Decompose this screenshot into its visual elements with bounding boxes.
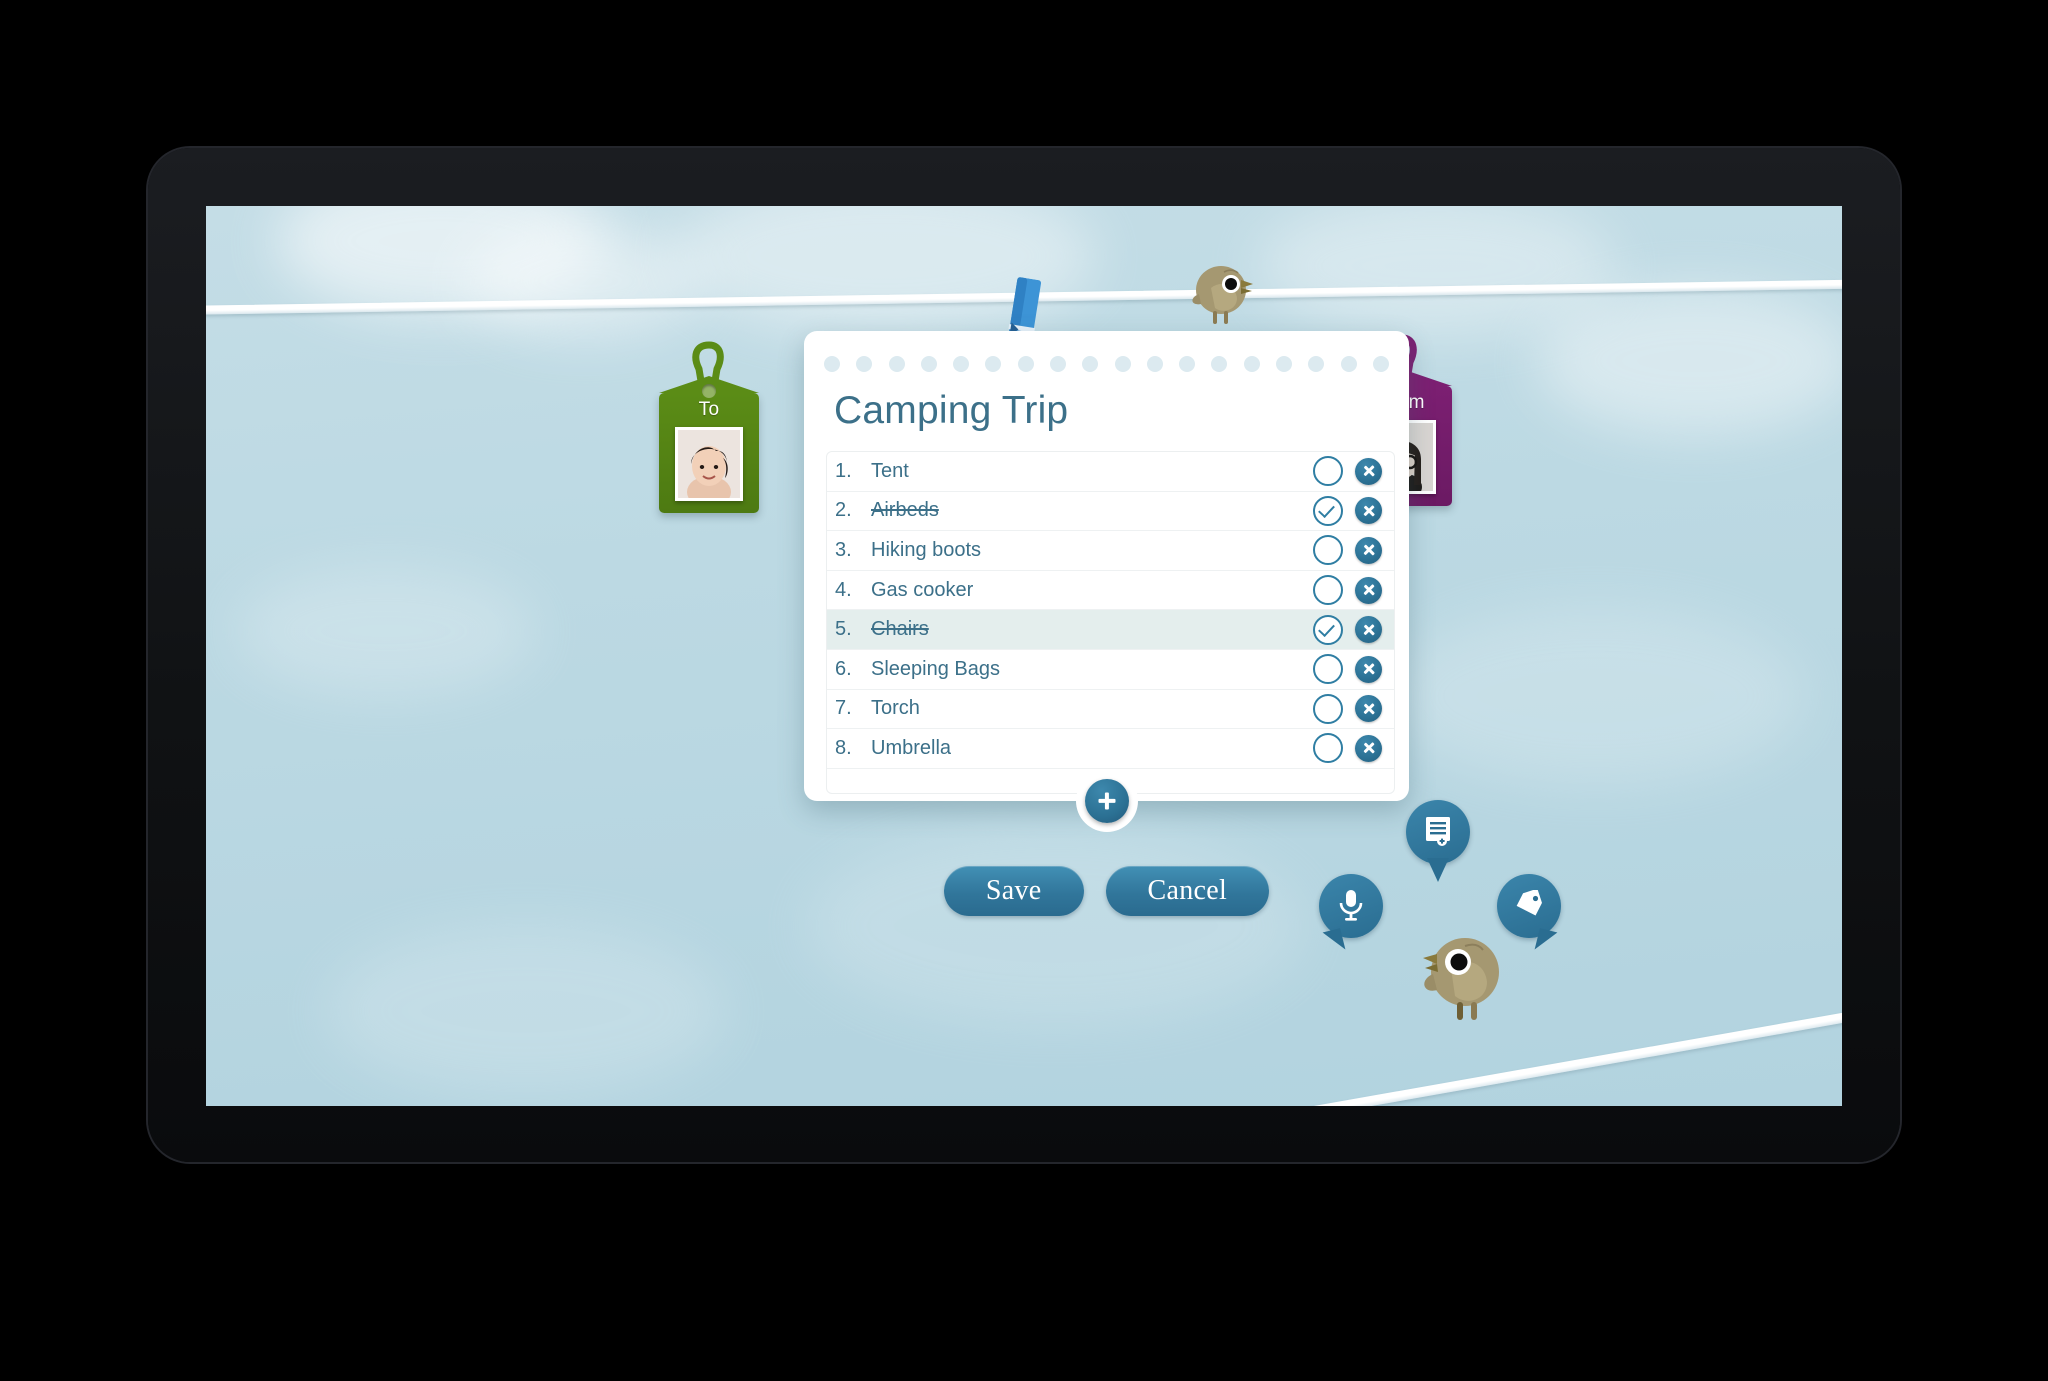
item-checkbox[interactable] <box>1313 693 1343 724</box>
item-checkbox[interactable] <box>1313 456 1343 487</box>
item-checkbox[interactable] <box>1313 575 1343 606</box>
perforation-dot <box>1308 356 1325 372</box>
tag-to-label: To <box>698 399 720 420</box>
tablet-screen: To Camping Trip 1. Tent 2. Airbeds 3. Hi… <box>206 206 1842 1106</box>
item-label[interactable]: Umbrella <box>871 737 1313 760</box>
item-number: 3. <box>835 538 852 561</box>
voice-record-button[interactable] <box>1319 874 1383 954</box>
item-number: 1. <box>835 459 852 482</box>
item-label[interactable]: Airbeds <box>871 499 1313 522</box>
perforation-dot <box>824 356 840 372</box>
item-label[interactable]: Tent <box>871 460 1313 483</box>
perforation-dot <box>1179 356 1196 372</box>
item-checkbox[interactable] <box>1313 733 1343 764</box>
cancel-button[interactable]: Cancel <box>1105 866 1270 916</box>
perforation-dot <box>953 356 970 372</box>
item-checkbox-checked[interactable] <box>1313 614 1343 645</box>
item-checkbox[interactable] <box>1313 535 1343 566</box>
add-note-button[interactable] <box>1406 800 1470 882</box>
perforation-dots <box>824 355 1389 373</box>
label-tag-icon <box>1516 889 1542 916</box>
perforation-dot <box>1243 356 1260 372</box>
item-label[interactable]: Sleeping Bags <box>871 658 1313 681</box>
checklist-row[interactable]: 8. Umbrella <box>827 729 1394 768</box>
perforation-dot <box>1017 356 1034 372</box>
delete-item-button[interactable] <box>1355 734 1382 762</box>
item-number: 6. <box>835 657 852 680</box>
page-title: Camping Trip <box>834 389 1069 432</box>
screenshot-stage: To Camping Trip 1. Tent 2. Airbeds 3. Hi… <box>0 0 2048 1381</box>
checklist-row[interactable]: 3. Hiking boots <box>827 531 1394 571</box>
delete-item-button[interactable] <box>1355 497 1382 525</box>
perforation-dot <box>920 356 937 372</box>
item-number: 4. <box>835 578 852 601</box>
perforation-dot <box>1146 356 1163 372</box>
item-label[interactable]: Chairs <box>871 618 1313 641</box>
note-card: Camping Trip 1. Tent 2. Airbeds 3. Hiking boo… <box>804 331 1409 832</box>
perforation-dot <box>1211 356 1228 372</box>
tablet-device-frame: To Camping Trip 1. Tent 2. Airbeds 3. Hi… <box>148 148 1900 1162</box>
microphone-icon <box>1339 889 1363 921</box>
checklist-row[interactable]: 1. Tent <box>827 452 1394 492</box>
bird-icon-bottom <box>1421 924 1513 1024</box>
item-checkbox[interactable] <box>1313 654 1343 685</box>
item-label[interactable]: Gas cooker <box>871 579 1313 602</box>
perforation-dot <box>1114 356 1131 372</box>
add-item-holder <box>1075 770 1138 832</box>
delete-item-button[interactable] <box>1355 457 1382 485</box>
perforation-dot <box>888 356 905 372</box>
add-note-icon <box>1426 816 1450 846</box>
delete-item-button[interactable] <box>1355 576 1382 604</box>
tag-to-body: To <box>659 376 759 513</box>
item-label[interactable]: Torch <box>871 697 1313 720</box>
checklist-row[interactable]: 7. Torch <box>827 690 1394 730</box>
item-label[interactable]: Hiking boots <box>871 539 1313 562</box>
item-checkbox-checked[interactable] <box>1313 495 1343 526</box>
checklist: 1. Tent 2. Airbeds 3. Hiking boots 4. Gas cooke… <box>826 451 1395 794</box>
tag-to-avatar <box>675 427 743 501</box>
perforation-dot <box>1049 356 1066 372</box>
delete-item-button[interactable] <box>1355 536 1382 564</box>
perforation-dot <box>1082 356 1099 372</box>
perforation-dot <box>856 356 873 372</box>
item-number: 7. <box>835 697 852 720</box>
item-number: 5. <box>835 618 852 641</box>
perforation-dot <box>1275 356 1292 372</box>
perforation-dot <box>1340 356 1357 372</box>
delete-item-button[interactable] <box>1355 695 1382 723</box>
delete-item-button[interactable] <box>1355 616 1382 644</box>
bird-icon-top <box>1191 258 1257 328</box>
perforation-dot <box>1372 356 1389 372</box>
perforation-dot <box>985 356 1002 372</box>
checklist-row[interactable]: 4. Gas cooker <box>827 571 1394 611</box>
checklist-row[interactable]: 5. Chairs <box>827 610 1394 650</box>
checklist-row[interactable]: 6. Sleeping Bags <box>827 650 1394 690</box>
tag-hole-icon <box>702 384 716 398</box>
item-number: 2. <box>835 499 852 522</box>
checklist-row[interactable]: 2. Airbeds <box>827 492 1394 532</box>
item-number: 8. <box>835 736 852 759</box>
delete-item-button[interactable] <box>1355 655 1382 683</box>
save-button[interactable]: Save <box>943 866 1084 916</box>
add-item-button[interactable] <box>1084 779 1129 823</box>
